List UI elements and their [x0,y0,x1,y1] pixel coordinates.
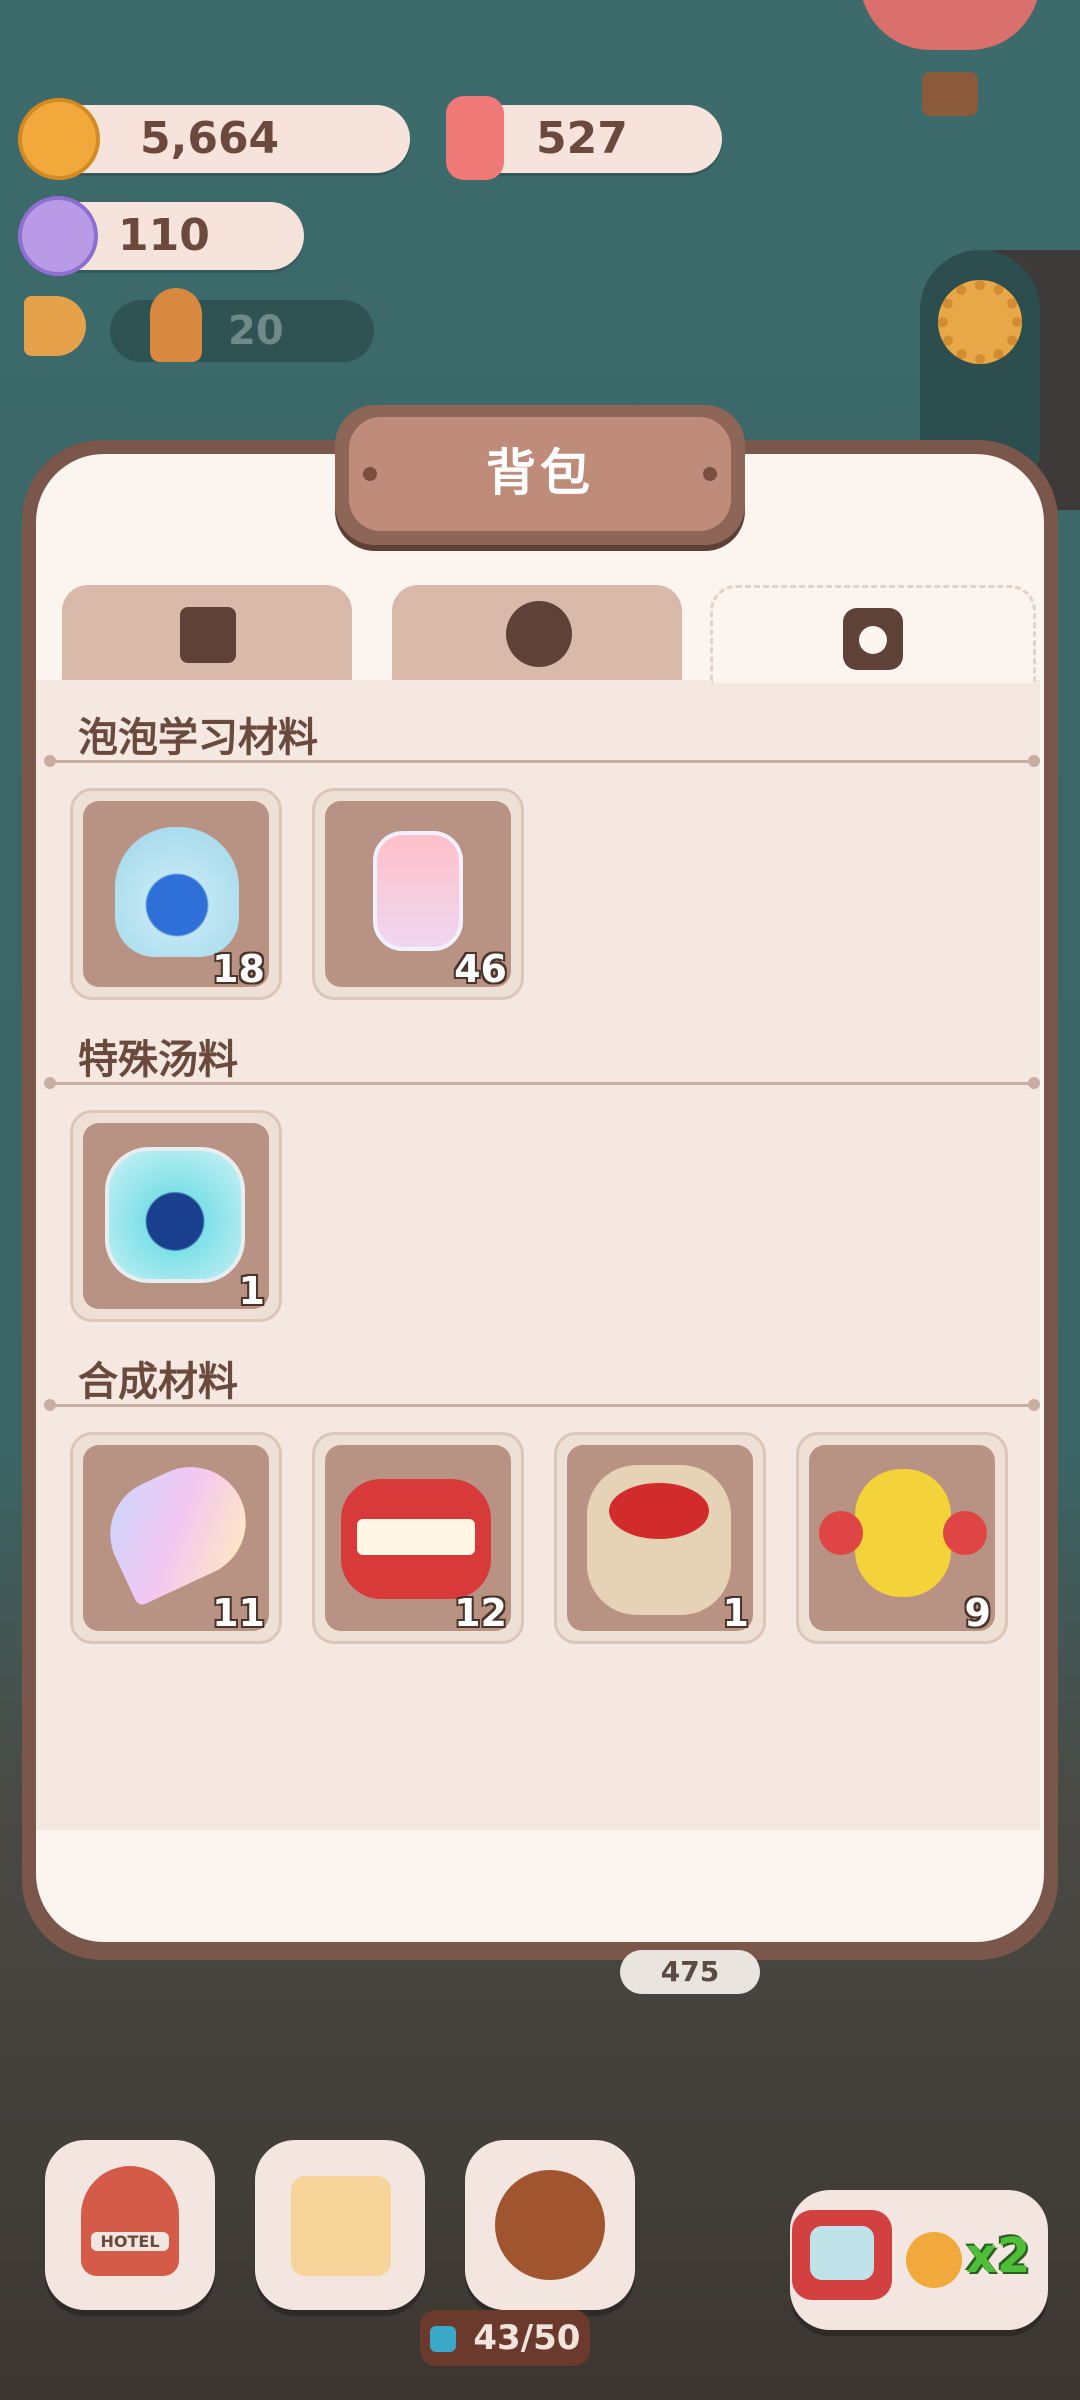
rainbow-bottle-icon [373,831,463,951]
boxing-glove-icon [819,1511,863,1555]
hot-air-balloon [860,0,1040,120]
item-slot[interactable]: 18 [70,788,282,1000]
cookie-icon [18,98,100,180]
rivet-right [703,467,717,481]
box-icon [180,607,236,663]
item-count: 11 [212,1591,265,1635]
energy-icon [429,2326,456,2352]
item-slot[interactable]: 9 [796,1432,1008,1644]
staff-count-value: 20 [228,308,284,354]
candle-balance-value: 527 [536,113,628,164]
panel-title: 背包 [349,417,731,531]
section-title-bubble-materials: 泡泡学习材料 [78,715,318,761]
hotel-label: HOTEL [91,2232,169,2251]
cookie-balance-value: 5,664 [140,113,280,164]
hotel-button[interactable]: HOTEL [45,2140,215,2310]
candy-icon [18,196,98,276]
item-count: 9 [964,1591,991,1635]
cookie-icon [906,2232,962,2288]
tv-play-icon [792,2210,892,2300]
section-divider [44,1399,1040,1411]
recipes-button[interactable] [465,2140,635,2310]
panel-title-plate: 背包 [335,405,745,545]
section-title-special-soup: 特殊汤料 [78,1037,238,1083]
teeth-icon [341,1479,491,1599]
item-count: 12 [454,1591,507,1635]
item-slot[interactable]: 1 [70,1110,282,1322]
item-slot[interactable]: 11 [70,1432,282,1644]
tab-materials[interactable] [710,585,1036,683]
chef-head-icon [506,601,572,667]
potion-bag-icon [843,608,903,670]
rivet-left [363,467,377,481]
gingerbread-icon [150,288,202,362]
item-slot[interactable]: 46 [312,788,524,1000]
megaphone-icon[interactable] [24,296,86,356]
candle-icon [446,96,504,180]
item-slot[interactable]: 12 [312,1432,524,1644]
sparkle-bag-icon [115,827,239,957]
sign-board: 475 [620,1950,760,1994]
energy-value: 43/50 [473,2318,581,2358]
tab-items[interactable] [62,585,352,680]
notepad-heart-icon [291,2176,391,2276]
candy-balance-value: 110 [118,210,210,261]
section-divider [44,755,1040,767]
notes-button[interactable] [255,2140,425,2310]
item-count: 1 [722,1591,749,1635]
sign-number: 475 [660,1955,720,1988]
item-count: 1 [238,1269,265,1313]
ad-bonus-button[interactable]: x2 [790,2190,1048,2330]
section-title-crafting-materials: 合成材料 [78,1359,238,1405]
cookie-plate-icon [495,2170,605,2280]
tab-chefs[interactable] [392,585,682,680]
item-count: 46 [454,947,507,991]
hotel-icon [81,2166,179,2276]
item-slot[interactable]: 1 [554,1432,766,1644]
bean-sack-icon [587,1465,731,1615]
galaxy-jar-icon [105,1147,245,1283]
item-count: 18 [212,947,265,991]
boxing-glove-icon [943,1511,987,1555]
gear-icon [938,280,1022,364]
energy-counter[interactable]: 43/50 [420,2310,590,2366]
ad-multiplier: x2 [966,2228,1031,2284]
section-divider [44,1077,1040,1089]
angry-pineapple-icon [855,1469,951,1597]
